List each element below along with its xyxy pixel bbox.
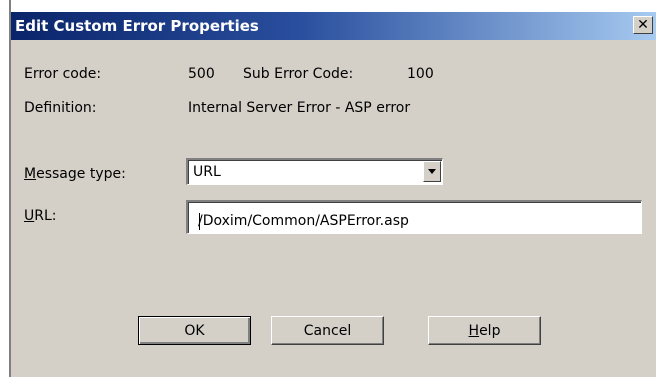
help-label-rest: elp [479, 322, 501, 339]
definition-label: Definition: [24, 100, 97, 116]
message-type-label: Message type: [24, 166, 126, 182]
message-type-accel: M [24, 166, 37, 182]
close-icon: ✕ [637, 17, 649, 33]
help-label: Help [469, 323, 501, 339]
error-code-label: Error code: [24, 66, 102, 82]
dialog-title: Edit Custom Error Properties [15, 17, 259, 35]
sub-error-code-value: 100 [407, 66, 434, 82]
sub-error-code-label: Sub Error Code: [243, 66, 354, 82]
close-button[interactable]: ✕ [633, 16, 653, 34]
help-button[interactable]: Help [428, 316, 541, 345]
url-label: URL: [24, 208, 57, 224]
error-code-value: 500 [188, 66, 215, 82]
message-type-value: URL [193, 164, 221, 180]
url-accel: U [24, 208, 35, 224]
url-value: /Doxim/Common/ASPError.asp [198, 213, 409, 229]
ok-label: OK [184, 322, 205, 339]
message-type-label-rest: essage type: [36, 166, 126, 182]
edit-custom-error-dialog: Edit Custom Error Properties ✕ Error cod… [11, 12, 656, 377]
ok-button[interactable]: OK [138, 316, 251, 345]
help-accel: H [468, 322, 480, 339]
background-strip [0, 0, 9, 377]
url-label-rest: RL: [34, 208, 57, 224]
dropdown-button[interactable] [423, 161, 441, 182]
title-bar[interactable]: Edit Custom Error Properties ✕ [11, 12, 656, 40]
definition-value: Internal Server Error - ASP error [188, 100, 411, 116]
url-field[interactable]: /Doxim/Common/ASPError.asp [186, 200, 642, 234]
text-caret [199, 213, 200, 230]
cancel-button[interactable]: Cancel [271, 316, 384, 345]
message-type-select[interactable]: URL [186, 158, 443, 185]
cancel-label: Cancel [303, 322, 352, 339]
